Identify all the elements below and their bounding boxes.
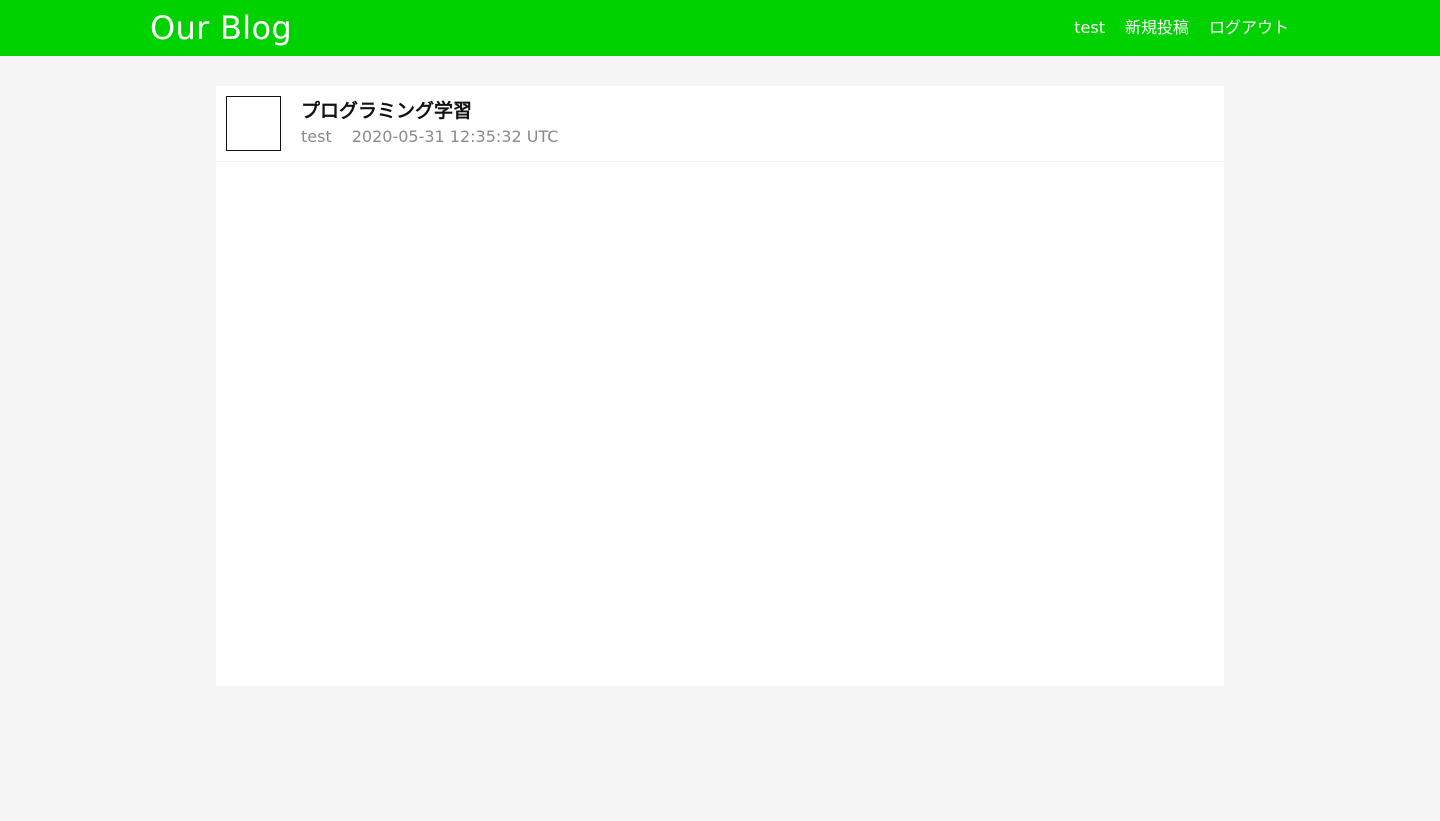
nav-new-post-link[interactable]: 新規投稿 <box>1125 17 1189 39</box>
post-card: プログラミング学習 test 2020-05-31 12:35:32 UTC <box>216 86 1224 686</box>
post-timestamp: 2020-05-31 12:35:32 UTC <box>351 127 559 146</box>
header-nav: test 新規投稿 ログアウト <box>1074 17 1289 39</box>
post-header: プログラミング学習 test 2020-05-31 12:35:32 UTC <box>216 86 1224 162</box>
post-meta: test 2020-05-31 12:35:32 UTC <box>301 127 558 147</box>
brand-logo-link[interactable]: Our Blog <box>150 8 292 48</box>
top-header: Our Blog test 新規投稿 ログアウト <box>0 0 1440 56</box>
nav-logout-link[interactable]: ログアウト <box>1209 17 1289 39</box>
post-title: プログラミング学習 <box>301 100 473 122</box>
post-body <box>216 162 1224 686</box>
nav-user-link[interactable]: test <box>1074 17 1105 39</box>
post-author[interactable]: test <box>301 127 332 147</box>
user-avatar-icon[interactable] <box>226 96 281 151</box>
